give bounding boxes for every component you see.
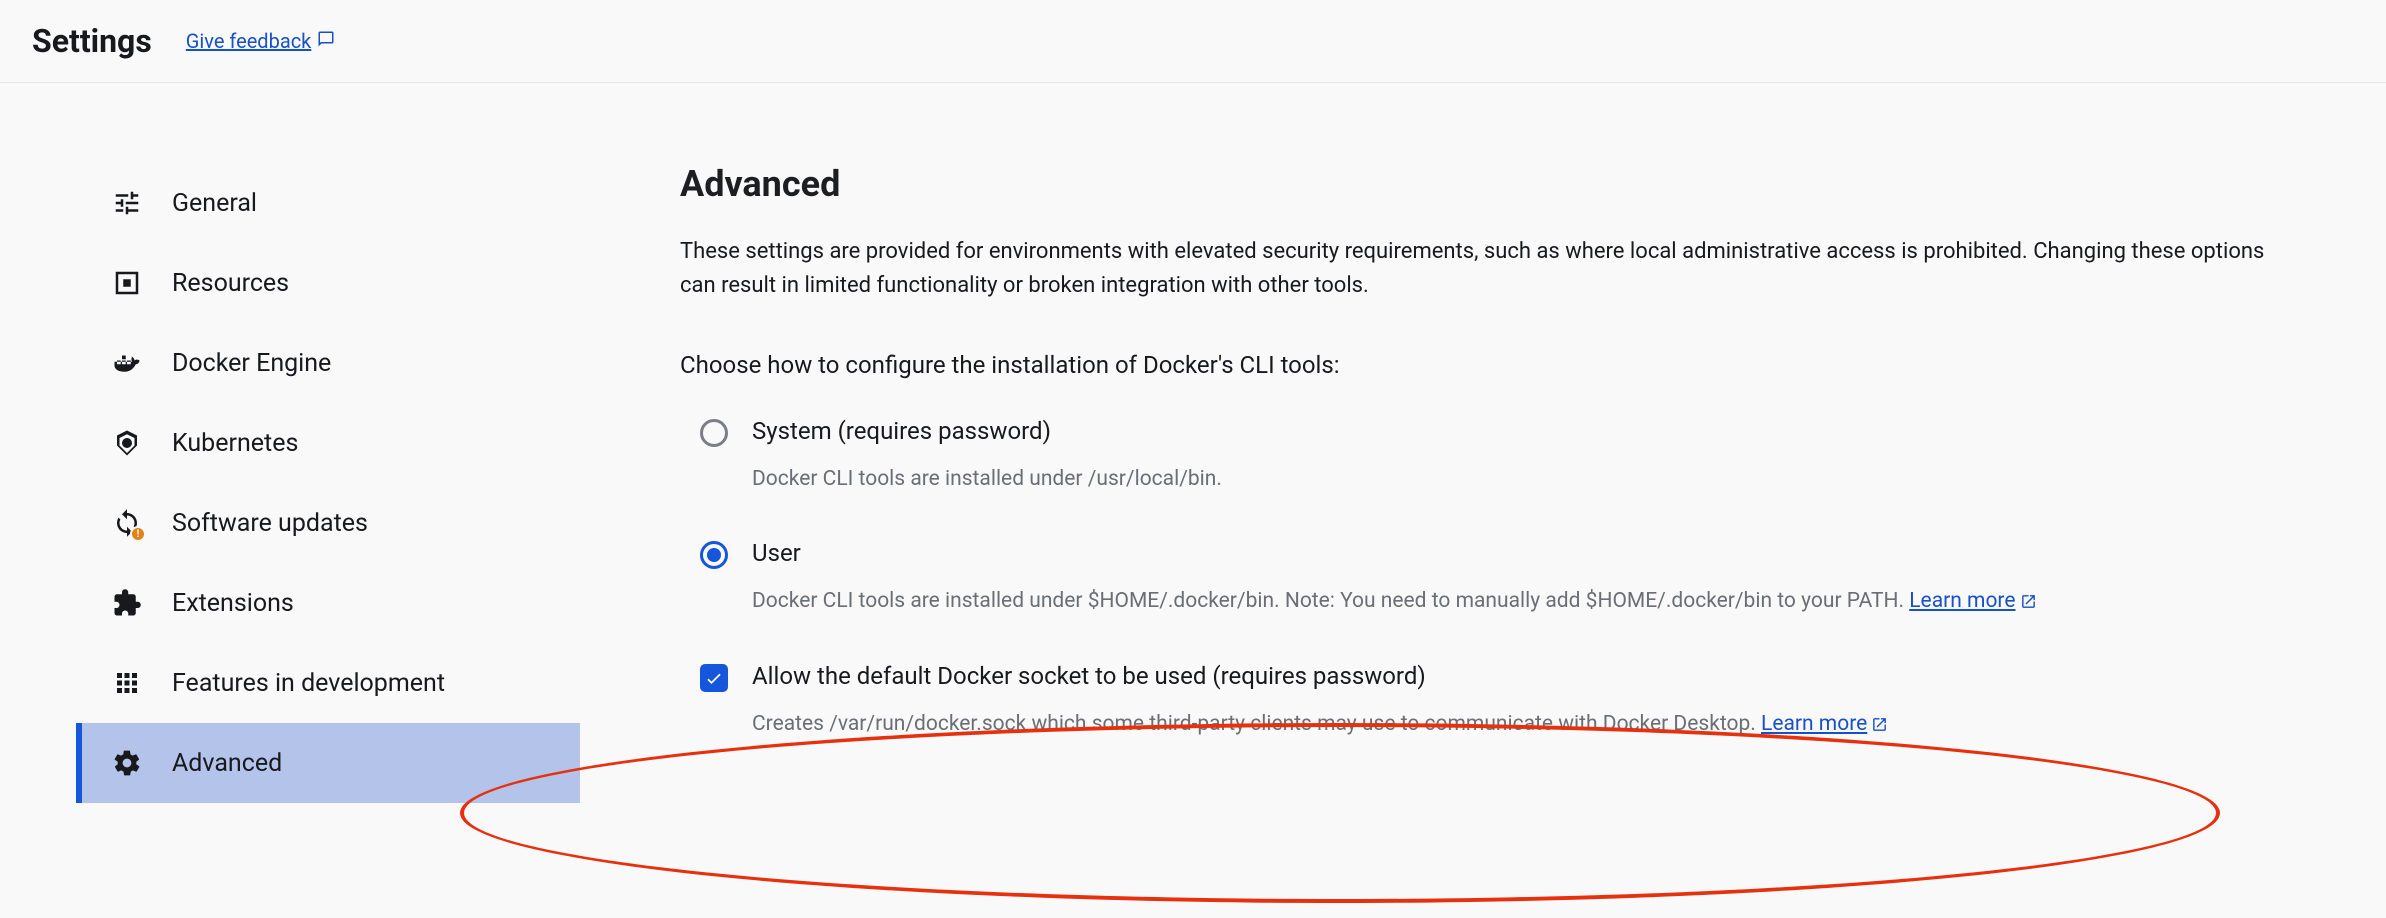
radio-user-help: Docker CLI tools are installed under $HO… bbox=[752, 586, 2300, 618]
radio-system-help: Docker CLI tools are installed under /us… bbox=[752, 464, 2300, 496]
settings-sidebar: General Resources Docker Engine Kubernet… bbox=[0, 163, 580, 803]
settings-body: General Resources Docker Engine Kubernet… bbox=[0, 83, 2386, 803]
sidebar-item-advanced[interactable]: Advanced bbox=[76, 723, 580, 803]
page-title: Settings bbox=[32, 22, 152, 60]
cli-option-system[interactable]: System (requires password) Docker CLI to… bbox=[680, 417, 2300, 495]
sidebar-item-docker-engine[interactable]: Docker Engine bbox=[76, 323, 580, 403]
sidebar-item-extensions[interactable]: Extensions bbox=[76, 563, 580, 643]
radio-user-label: User bbox=[752, 539, 2300, 568]
give-feedback-label: Give feedback bbox=[186, 29, 312, 53]
update-available-badge bbox=[130, 526, 146, 542]
sidebar-item-label: Kubernetes bbox=[172, 429, 298, 458]
settings-header: Settings Give feedback bbox=[0, 0, 2386, 83]
extension-icon bbox=[112, 588, 142, 618]
sidebar-item-software-updates[interactable]: Software updates bbox=[76, 483, 580, 563]
sidebar-item-features-in-development[interactable]: Features in development bbox=[76, 643, 580, 723]
sidebar-item-label: General bbox=[172, 189, 257, 218]
check-icon bbox=[704, 668, 724, 688]
settings-advanced-panel: Advanced These settings are provided for… bbox=[580, 163, 2380, 803]
section-description: These settings are provided for environm… bbox=[680, 235, 2300, 303]
sidebar-item-general[interactable]: General bbox=[76, 163, 580, 243]
update-icon bbox=[112, 508, 142, 538]
cli-config-prompt: Choose how to configure the installation… bbox=[680, 351, 2300, 379]
radio-user[interactable] bbox=[700, 541, 728, 569]
radio-system[interactable] bbox=[700, 419, 728, 447]
annotation-highlight-oval bbox=[460, 723, 2220, 903]
sidebar-item-label: Software updates bbox=[172, 509, 368, 538]
allow-docker-socket-option[interactable]: Allow the default Docker socket to be us… bbox=[680, 662, 2300, 740]
kubernetes-icon bbox=[112, 428, 142, 458]
feedback-icon bbox=[317, 29, 335, 53]
external-link-icon bbox=[1871, 716, 1888, 733]
sidebar-item-label: Resources bbox=[172, 269, 289, 298]
external-link-icon bbox=[2020, 593, 2037, 610]
sidebar-nav: General Resources Docker Engine Kubernet… bbox=[76, 163, 580, 803]
sidebar-item-label: Extensions bbox=[172, 589, 294, 618]
cli-option-user[interactable]: User Docker CLI tools are installed unde… bbox=[680, 539, 2300, 617]
docker-engine-icon bbox=[112, 348, 142, 378]
give-feedback-link[interactable]: Give feedback bbox=[186, 29, 336, 53]
apps-icon bbox=[112, 668, 142, 698]
checkbox-allow-socket-label: Allow the default Docker socket to be us… bbox=[752, 662, 2300, 691]
gears-icon bbox=[112, 748, 142, 778]
checkbox-allow-socket-help: Creates /var/run/docker.sock which some … bbox=[752, 709, 2300, 741]
section-title: Advanced bbox=[680, 163, 2300, 205]
sidebar-item-label: Docker Engine bbox=[172, 349, 331, 378]
checkbox-allow-socket[interactable] bbox=[700, 664, 728, 692]
sidebar-item-resources[interactable]: Resources bbox=[76, 243, 580, 323]
sidebar-item-label: Advanced bbox=[172, 749, 282, 778]
radio-system-label: System (requires password) bbox=[752, 417, 2300, 446]
tune-icon bbox=[112, 188, 142, 218]
resources-icon bbox=[112, 268, 142, 298]
sidebar-item-kubernetes[interactable]: Kubernetes bbox=[76, 403, 580, 483]
sidebar-item-label: Features in development bbox=[172, 669, 445, 698]
learn-more-user-link[interactable]: Learn more bbox=[1909, 589, 2036, 613]
learn-more-socket-link[interactable]: Learn more bbox=[1761, 712, 1888, 736]
